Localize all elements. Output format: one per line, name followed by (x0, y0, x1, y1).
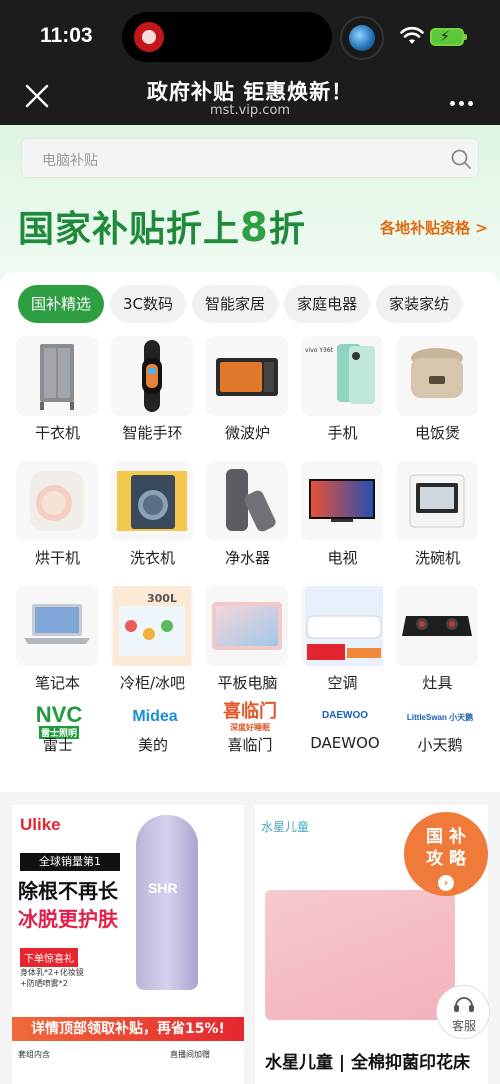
product-title: 水星儿童 | 全棉抑菌印花床 (265, 1053, 471, 1073)
xilinmen-logo-icon[interactable]: 喜临门 深度好睡眠 (205, 702, 295, 734)
tab-home-textiles[interactable]: 家装家纺 (376, 285, 463, 323)
brand-name[interactable]: DAEWOO (295, 734, 395, 752)
camera-icon (340, 16, 384, 60)
nav-bar: 政府补贴 钜惠焕新！ mst.vip.com (0, 75, 500, 125)
subsidy-eligibility-link[interactable]: 各地补贴资格 > (380, 217, 488, 238)
hero-title: 国家补贴折上8折 (18, 200, 306, 252)
nvc-logo-icon[interactable]: NVC 雷士照明 (14, 702, 104, 739)
air-conditioner-icon (301, 586, 383, 666)
ulike-logo: Ulike (20, 815, 61, 834)
tab-smart-home[interactable]: 智能家居 (192, 285, 279, 323)
svg-text:vivo Y36t: vivo Y36t (305, 347, 334, 354)
smart-band-icon (111, 336, 193, 416)
gift-details: 身体乳*2+化妆镜 +防晒喷雾*2 (20, 967, 84, 989)
rice-cooker-icon (396, 336, 478, 416)
hero-title-prefix: 国家补贴折上 (18, 209, 241, 250)
dryer-rack-icon (16, 336, 98, 416)
gift-line-2: +防晒喷雾*2 (20, 979, 68, 988)
headset-icon (454, 997, 474, 1012)
more-icon[interactable] (450, 91, 478, 106)
subsidy-guide-badge[interactable]: 国 补 攻 略 › (404, 812, 488, 896)
brand-logo-text: NVC (35, 702, 83, 727)
category-label: 灶具 (422, 674, 453, 692)
brand-logo-sub: 深度好睡眠 (230, 723, 270, 732)
category-label: 洗碗机 (414, 549, 460, 567)
promo-headline-2: 冰脱更护肤 (18, 907, 118, 931)
badge-line-1: 国 补 (426, 827, 466, 847)
freezer-icon: 300L (111, 586, 193, 666)
dynamic-island (122, 12, 332, 62)
brand-row: NVC 雷士照明 雷士 Midea 美的 喜临门 深度好睡眠 喜临门 DAEWO… (0, 702, 500, 784)
brand-name[interactable]: 美的 (103, 734, 203, 755)
microwave-icon (206, 336, 288, 416)
tablet-icon (206, 586, 288, 666)
brand-name[interactable]: 小天鹅 (390, 734, 490, 755)
live-activity-icon (134, 22, 164, 52)
hair-removal-device-image: SHR (136, 815, 198, 990)
arrow-right-icon: › (438, 875, 454, 891)
freezer-capacity-label: 300L (147, 592, 177, 605)
washing-machine-icon (111, 461, 193, 541)
hero-title-number: 8 (240, 205, 269, 251)
tab-3c-digital[interactable]: 3C数码 (110, 285, 187, 323)
tv-icon (301, 461, 383, 541)
brand-name[interactable]: 雷士 (8, 734, 108, 755)
device-label: SHR (148, 880, 178, 896)
stove-icon (396, 586, 478, 666)
page-url: mst.vip.com (209, 103, 291, 118)
badge-line-2: 攻 略 (426, 849, 466, 869)
status-bar: 11:03 ⚡ (0, 0, 500, 75)
promo-headline-1: 除根不再长 (18, 879, 118, 903)
battery-charging-icon: ⚡ (430, 28, 467, 46)
status-time: 11:03 (40, 24, 93, 47)
brand-logo-text: 喜临门 (223, 701, 277, 722)
live-bonus-label: 直播间加赠 (170, 1050, 210, 1059)
search-icon[interactable] (450, 148, 472, 170)
mercury-kids-logo: 水星儿童 (261, 820, 310, 834)
category-panel: 国补精选 3C数码 智能家居 家庭电器 家装家纺 干衣机 智能手环 微波炉 vivo Y… (0, 272, 500, 792)
subsidy-banner: 详情顶部领取补贴，再省15%! (12, 1017, 244, 1041)
brand-name[interactable]: 喜临门 (200, 734, 300, 755)
water-purifier-icon (206, 461, 288, 541)
page-title: 政府补贴 钜惠焕新！ (146, 80, 354, 104)
gift-line-1: 身体乳*2+化妆镜 (20, 968, 84, 977)
hero-section: 电脑补贴 国家补贴折上8折 各地补贴资格 > (0, 125, 500, 285)
promo-card-ulike[interactable]: Ulike 全球销量第1 除根不再长 冰脱更护肤 下单惊喜礼 身体乳*2+化妆镜… (12, 805, 244, 1084)
tumble-dryer-icon (16, 461, 98, 541)
search-placeholder: 电脑补贴 (42, 153, 98, 169)
hero-title-suffix: 折 (268, 209, 306, 250)
brand-logo-text: DAEWOO (321, 710, 369, 721)
tab-national-subsidy[interactable]: 国补精选 (18, 285, 105, 323)
tab-home-appliances[interactable]: 家庭电器 (284, 285, 371, 323)
category-tabs: 国补精选 3C数码 智能家居 家庭电器 家装家纺 (18, 285, 500, 323)
brand-logo-text: Midea (132, 708, 178, 725)
dishwasher-icon (396, 461, 478, 541)
brand-logo-text: LittleSwan 小天鹅 (406, 713, 474, 722)
set-contents-label: 套组内含 (18, 1050, 50, 1059)
sales-badge: 全球销量第1 (20, 853, 120, 871)
bedding-image (265, 890, 455, 1020)
laptop-icon (16, 586, 98, 666)
category-label: 电饭煲 (414, 424, 460, 442)
customer-service-button[interactable]: 客服 (436, 985, 490, 1039)
gift-tag: 下单惊喜礼 (20, 948, 78, 967)
service-label: 客服 (451, 1019, 476, 1033)
search-input[interactable]: 电脑补贴 (21, 138, 479, 178)
phone-icon: vivo Y36t (301, 336, 383, 416)
wifi-icon (400, 26, 424, 44)
